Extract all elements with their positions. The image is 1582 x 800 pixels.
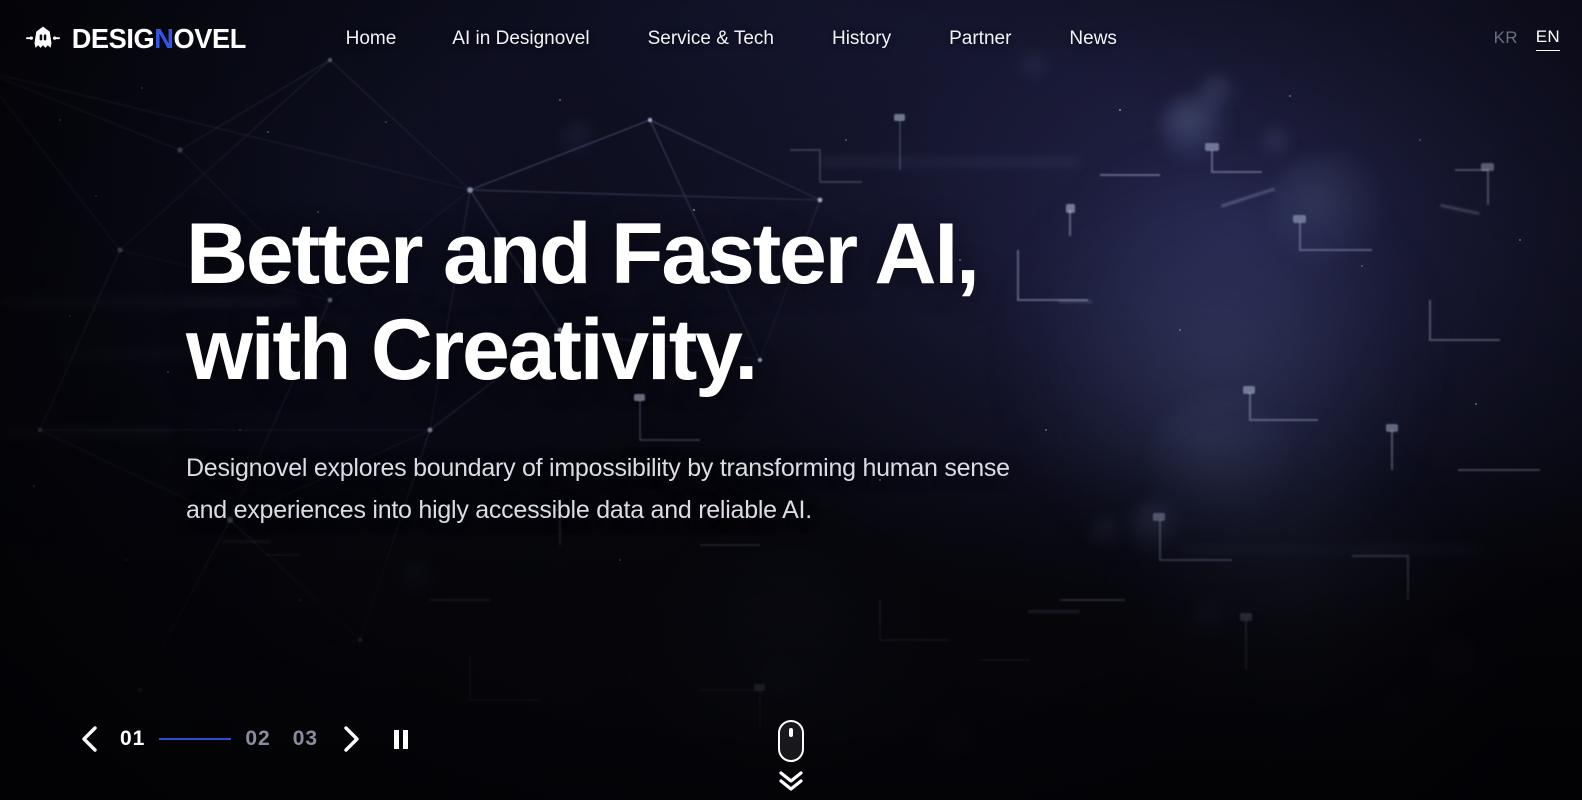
slider-slide-02[interactable]: 02	[245, 727, 270, 751]
brand-name-accent: N	[154, 23, 174, 54]
site-header: DESIGNOVEL Home AI in Designovel Service…	[0, 0, 1582, 78]
chevron-right-icon	[343, 726, 359, 752]
slider-pause-button[interactable]	[388, 726, 414, 752]
hero-headline-line-2: with Creativity.	[186, 302, 758, 399]
nav-item-news[interactable]: News	[1069, 22, 1117, 56]
brand-wordmark: DESIGNOVEL	[71, 23, 247, 54]
nav-item-partner[interactable]: Partner	[949, 22, 1011, 56]
nav-item-ai-in-designovel[interactable]: AI in Designovel	[452, 22, 589, 56]
chevron-left-icon	[81, 726, 97, 752]
pause-icon-bar-right	[403, 729, 409, 749]
brand-name-part1: DESIG	[71, 23, 155, 54]
slider-slide-01[interactable]: 01	[120, 727, 145, 751]
brand-logo[interactable]: DESIGNOVEL	[26, 22, 249, 56]
designovel-ghost-mark-icon	[26, 26, 60, 48]
main-navigation: Home AI in Designovel Service & Tech His…	[346, 22, 1117, 56]
hero-subtext-line-1: Designovel explores boundary of impossib…	[186, 453, 1010, 482]
language-option-kr[interactable]: KR	[1494, 28, 1518, 51]
nav-item-service-tech[interactable]: Service & Tech	[648, 22, 774, 56]
language-switcher: KR EN	[1494, 27, 1560, 51]
language-option-en[interactable]: EN	[1535, 27, 1560, 51]
slider-next-button[interactable]	[336, 724, 366, 754]
hero-content: Better and Faster AI, with Creativity. D…	[186, 206, 1010, 531]
hero-subtext-line-2: and experiences into higly accessible da…	[186, 495, 812, 524]
slider-prev-button[interactable]	[74, 724, 104, 754]
hero-subtext: Designovel explores boundary of impossib…	[186, 447, 1010, 531]
nav-item-home[interactable]: Home	[346, 22, 397, 56]
slider-progress-track[interactable]	[159, 738, 232, 740]
scroll-down-hint[interactable]	[777, 720, 805, 792]
hero-headline-line-1: Better and Faster AI,	[186, 206, 980, 302]
brand-name-part2: OVEL	[173, 23, 247, 54]
hero-headline: Better and Faster AI, with Creativity.	[186, 206, 1010, 399]
slider-progress-fill	[159, 738, 232, 740]
pause-icon-bar-left	[394, 729, 400, 749]
mouse-scroll-icon	[778, 720, 804, 762]
slider-slide-03[interactable]: 03	[293, 727, 318, 751]
hero-slider-controls: 01 02 03	[74, 724, 414, 754]
hero-stage: DESIGNOVEL Home AI in Designovel Service…	[0, 0, 1582, 800]
double-chevron-down-icon	[777, 770, 805, 792]
nav-item-history[interactable]: History	[832, 22, 891, 56]
